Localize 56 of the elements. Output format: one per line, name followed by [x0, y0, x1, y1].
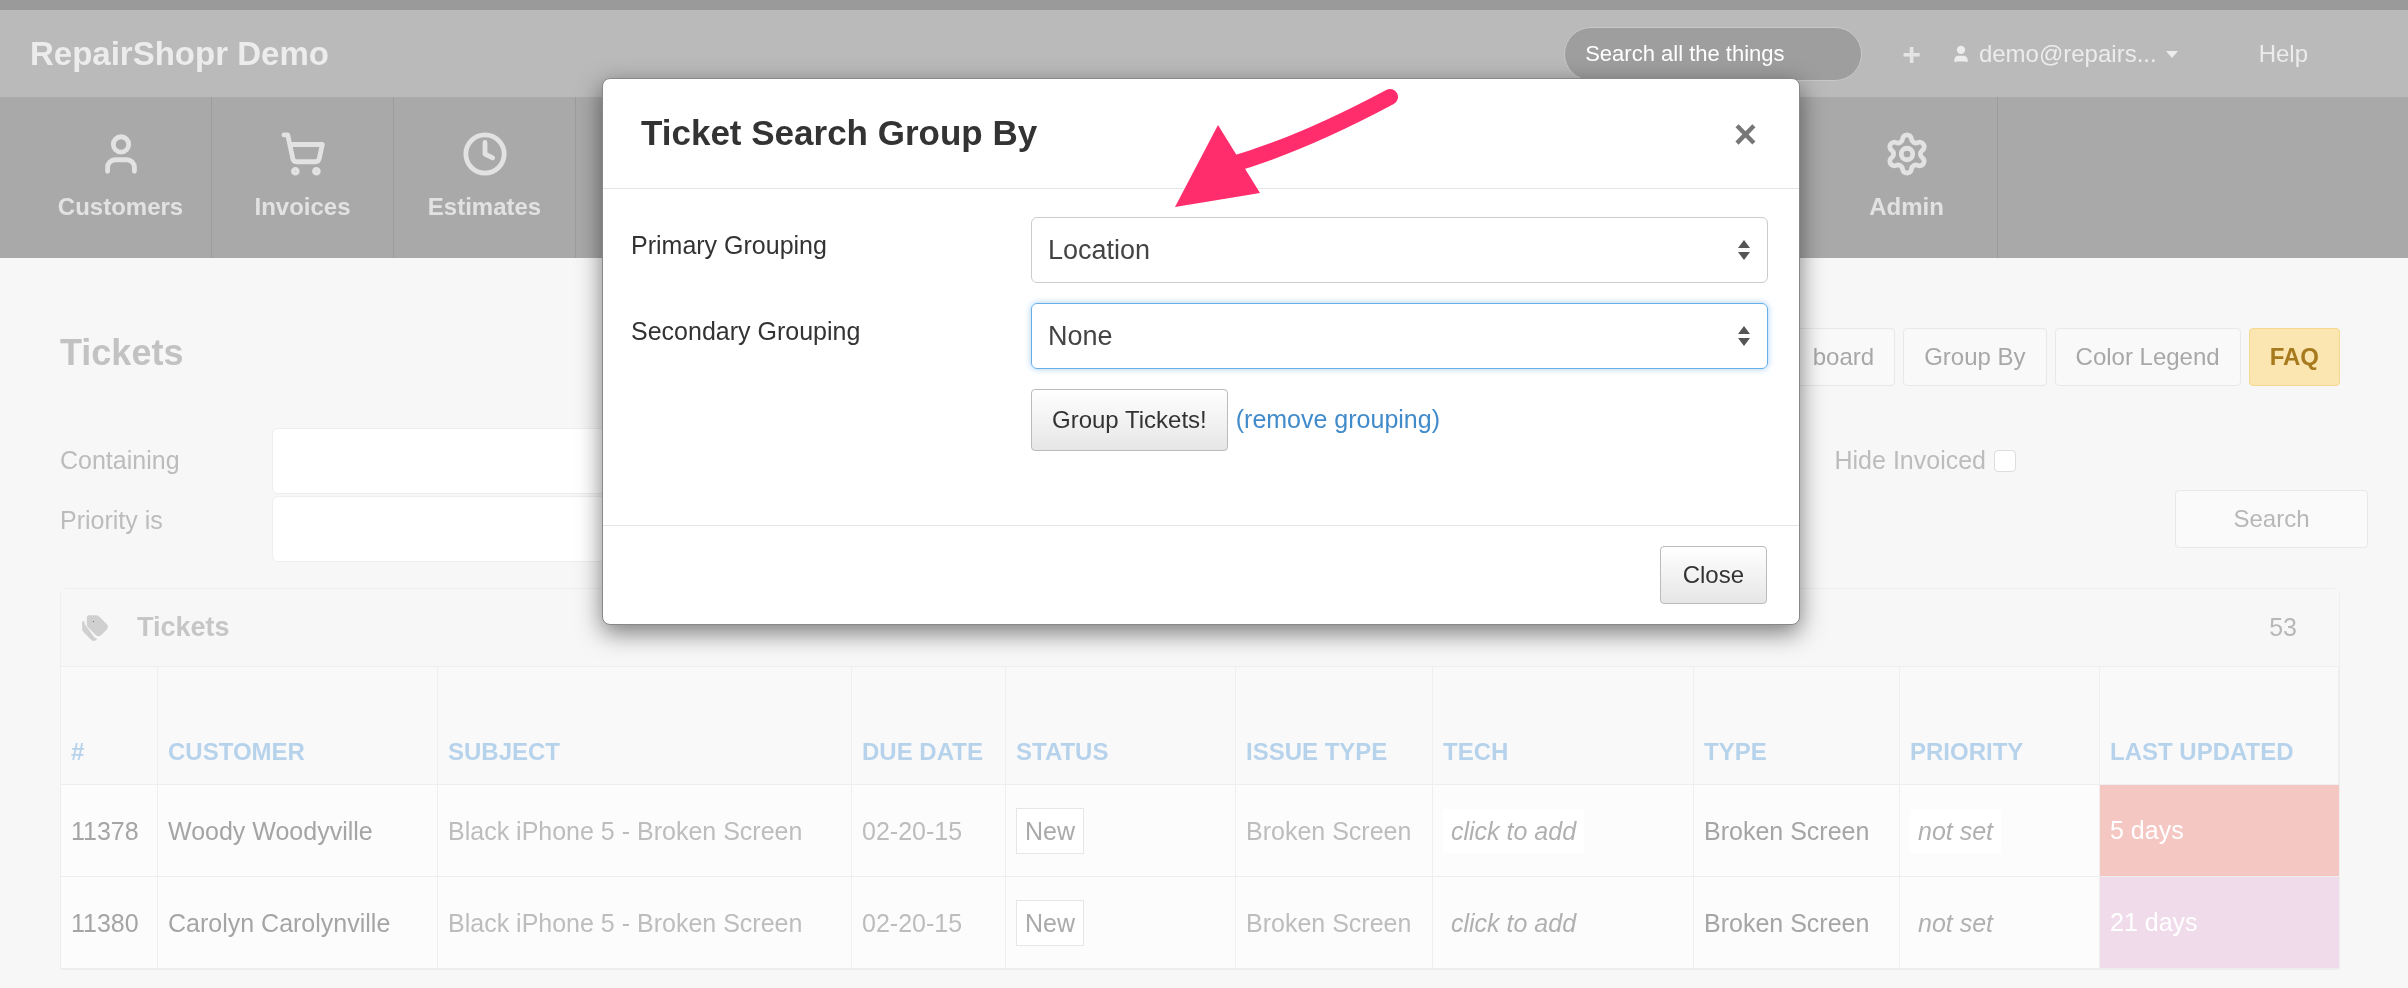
column-header[interactable]: PRIORITY	[1910, 734, 2024, 770]
table-cell-text: 02-20-15	[862, 907, 963, 939]
field-label: Priority is	[60, 505, 164, 536]
column-header[interactable]: CUSTOMER	[168, 734, 305, 770]
table-cell-text: Black iPhone 5 - Broken Screen	[448, 815, 803, 847]
status-badge: New	[1016, 807, 1084, 854]
column-header[interactable]: TECH	[1443, 734, 1509, 770]
table-cell-text: Broken Screen	[1246, 907, 1412, 939]
table-cell-text: 11378	[71, 815, 139, 847]
table-cell-text: Broken Screen	[1704, 815, 1870, 847]
field-label: Primary Grouping	[631, 230, 828, 261]
nav-item[interactable]: Customers	[30, 97, 212, 258]
placeholder-text[interactable]: not set	[1910, 900, 2002, 945]
nav-item[interactable]: Admin	[1816, 97, 1998, 258]
caret-icon	[2164, 48, 2179, 59]
column-header[interactable]: ISSUE TYPE	[1246, 734, 1388, 770]
add-button[interactable]: +	[1902, 29, 1921, 78]
table-cell-text: Broken Screen	[1704, 907, 1870, 939]
clock-icon	[461, 130, 508, 177]
table-cell-text: Carolyn Carolynville	[168, 907, 391, 939]
sort-arrows-icon	[1737, 324, 1751, 348]
group-tickets-button[interactable]: Group Tickets!	[1031, 389, 1228, 451]
sort-arrows-icon	[1737, 238, 1751, 262]
search-field[interactable]: Search all the things	[1564, 26, 1863, 81]
column-header[interactable]: TYPE	[1704, 734, 1767, 770]
dialog-title: Ticket Search Group By	[641, 112, 1038, 155]
grouping-select[interactable]: Location	[1031, 217, 1768, 283]
hide-invoiced-checkbox[interactable]	[1994, 450, 2016, 472]
table-cell-text: Black iPhone 5 - Broken Screen	[448, 907, 803, 939]
tags-icon	[81, 613, 109, 642]
table-cell-text: Woody Woodyville	[168, 815, 373, 847]
column-header[interactable]: DUE DATE	[862, 734, 983, 770]
column-header[interactable]: LAST UPDATED	[2110, 734, 2294, 770]
table-cell-text: Broken Screen	[1246, 815, 1412, 847]
field-label: Containing	[60, 445, 181, 477]
status-badge: New	[1016, 899, 1084, 946]
nav-item[interactable]: Estimates	[394, 97, 576, 258]
search-button[interactable]: Search	[2175, 490, 2368, 548]
cart-icon	[279, 130, 326, 177]
toolbar-button[interactable]: Color Legend	[2054, 328, 2241, 386]
column-header[interactable]: SUBJECT	[448, 734, 561, 770]
column-header[interactable]: STATUS	[1016, 734, 1109, 770]
last-updated-cell: 5 days	[2100, 785, 2339, 876]
table-cell-text: 11380	[71, 907, 139, 939]
nav-item[interactable]: Invoices	[212, 97, 394, 258]
grouping-select[interactable]: None	[1031, 303, 1768, 369]
ticket-count: 53	[2269, 611, 2297, 643]
close-button[interactable]: Close	[1659, 546, 1767, 604]
remove-grouping-link[interactable]: (remove grouping)	[1235, 401, 1440, 439]
checkbox-label: Hide Invoiced	[1834, 445, 1986, 477]
column-header[interactable]: #	[71, 734, 85, 770]
table-cell-text: 02-20-15	[862, 815, 963, 847]
toolbar-button[interactable]: Group By	[1903, 328, 2047, 386]
toolbar-button[interactable]: FAQ	[2248, 328, 2340, 386]
field-label: Secondary Grouping	[631, 316, 862, 347]
placeholder-text[interactable]: click to add	[1443, 900, 1585, 945]
